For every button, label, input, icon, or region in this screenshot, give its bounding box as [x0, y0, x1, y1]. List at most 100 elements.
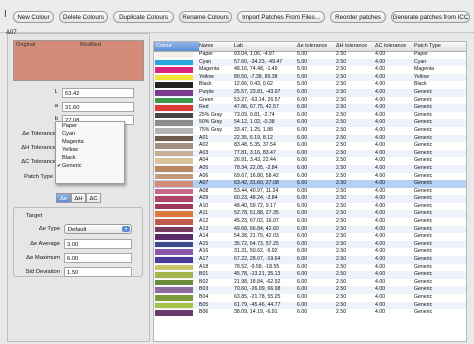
- table-row[interactable]: B06 38.09, 14.19, -6.91 6.00 2.50 4.00 Generi…: [154, 309, 466, 317]
- table-row[interactable]: A13 49.68, 66.84, 42.60 6.00 2.50 4.00 Generi…: [154, 225, 466, 234]
- column-header-dc-tolerance[interactable]: ΔC tolerance: [375, 42, 413, 51]
- table-row[interactable]: Magenta 48.16, 74.48, -1.49 5.00 2.50 4.00 Ma…: [154, 66, 466, 74]
- a-field[interactable]: 31.60: [62, 102, 134, 112]
- table-row[interactable]: B01 45.78, -13.21, 35.13 6.00 2.50 4.00 Gener…: [154, 271, 466, 279]
- l-label: L: [54, 89, 58, 95]
- table-row[interactable]: A17 67.22, 28.07, -19.64 6.00 2.50 4.00 Gener…: [154, 256, 466, 264]
- colour-chip: [155, 188, 193, 195]
- generate-patches-button[interactable]: Generate patches from ICC: [391, 11, 470, 23]
- table-row[interactable]: B03 70.60, -26.09, 66.98 6.00 2.50 4.00 Gener…: [154, 286, 466, 294]
- cell-lab: 47.86, 67.75, 42.57: [234, 104, 279, 111]
- column-header-de-tolerance[interactable]: Δe tolerance: [297, 42, 334, 51]
- table-row[interactable]: Green 53.27, -63.14, 26.57 6.00 2.50 4.00 Gen…: [154, 97, 466, 105]
- cell-type: Generic: [414, 202, 433, 209]
- colour-chip: [155, 211, 193, 218]
- tab-delta-e[interactable]: Δe: [56, 193, 71, 203]
- colour-chip: [155, 112, 193, 119]
- column-header-lab[interactable]: Lab: [234, 42, 296, 51]
- table-row[interactable]: B04 63.85, -21.78, 55.25 6.00 2.50 4.00 Gener…: [154, 294, 466, 302]
- cell-dh: 2.50: [336, 149, 347, 156]
- cell-lab: 67.22, 28.07, -19.64: [234, 256, 281, 263]
- cell-de: 6.00: [297, 195, 308, 202]
- cell-dc: 4.00: [375, 233, 386, 240]
- reorder-patches-button[interactable]: Reorder patches: [330, 11, 386, 23]
- import-patches-button[interactable]: Import Patches From Files...: [237, 11, 325, 23]
- l-field[interactable]: 63.42: [62, 88, 134, 98]
- table-row[interactable]: 50% Gray 54.12, 1.02, -0.38 6.00 2.50 4.00 Ge…: [154, 119, 466, 127]
- table-row[interactable]: A06 69.67, 16.80, 58.42 6.00 2.50 4.00 Generi…: [154, 173, 466, 181]
- cell-name: A06: [199, 172, 209, 179]
- table-row[interactable]: Yellow 89.50, -7.38, 89.38 5.00 2.50 4.00 Yel…: [154, 73, 466, 82]
- tab-delta-h[interactable]: ΔH: [71, 193, 86, 203]
- table-row[interactable]: 25% Gray 73.09, 0.81, -2.74 6.00 2.50 4.00 Ge…: [154, 112, 466, 120]
- table-row[interactable]: A12 45.23, 67.02, 16.07 6.00 2.50 4.00 Generi…: [154, 218, 466, 226]
- cell-de: 6.00: [297, 164, 308, 171]
- table-row[interactable]: Cyan 57.60, -34.23, -49.47 5.00 2.50 4.00 Cya…: [154, 58, 466, 67]
- colour-chip: [155, 59, 193, 66]
- table-row[interactable]: A16 31.31, 50.62, -5.92 6.00 2.50 4.00 Generi…: [154, 248, 466, 256]
- cell-lab: 61.79, -45.46, 44.77: [234, 301, 281, 308]
- table-row[interactable]: A11 52.78, 51.88, 27.35 6.00 2.50 4.00 Generi…: [154, 210, 466, 219]
- table-row[interactable]: A14 54.38, 21.79, 42.03 6.00 2.50 4.00 Generi…: [154, 233, 466, 241]
- cell-lab: 57.60, -34.23, -49.47: [234, 58, 283, 65]
- colour-chip: [155, 120, 193, 126]
- colour-table[interactable]: Colour Name Lab Δe tolerance ΔH toleranc…: [153, 41, 467, 342]
- cell-lab: 89.50, -7.38, 89.38: [234, 73, 278, 80]
- table-row[interactable]: A09 60.23, 48.24, -3.84 6.00 2.50 4.00 Generi…: [154, 195, 466, 203]
- colour-chip: [155, 82, 193, 88]
- column-header-name[interactable]: Name: [199, 42, 233, 51]
- table-row[interactable]: Purple 25.57, 23.81, -43.97 6.00 2.50 4.00 Ge…: [154, 88, 466, 97]
- table-row[interactable]: Red 47.86, 67.75, 42.57 6.00 2.50 4.00 Generi…: [154, 104, 466, 112]
- cell-lab: 78.52, -9.58, -18.55: [234, 263, 280, 270]
- std-deviation-field[interactable]: 1.50: [64, 267, 132, 277]
- menu-item-generic[interactable]: ✔Generic: [56, 162, 124, 170]
- table-row[interactable]: 75% Gray 33.47, 1.25, 1.88 6.00 2.50 4.00 Gen…: [154, 127, 466, 135]
- new-colour-button[interactable]: New Colour: [13, 11, 54, 23]
- column-header-patch-type[interactable]: Patch Type: [414, 42, 464, 51]
- cell-name: A11: [199, 210, 208, 217]
- table-row[interactable]: B05 61.79, -45.46, 44.77 6.00 2.50 4.00 Gener…: [154, 301, 466, 310]
- cell-name: A14: [199, 233, 209, 240]
- table-row[interactable]: A15 35.72, 64.73, 57.25 6.00 2.50 4.00 Generi…: [154, 240, 466, 249]
- de-type-select[interactable]: Default ▾: [64, 224, 132, 234]
- menu-item-black[interactable]: Black: [56, 154, 124, 162]
- de-average-field[interactable]: 3.00: [64, 239, 132, 249]
- table-row[interactable]: A04 26.91, 3.43, 22.44 6.00 2.50 4.00 Generic: [154, 157, 466, 165]
- cell-name: A17: [199, 256, 209, 263]
- cell-type: Generic: [414, 142, 433, 149]
- table-row[interactable]: A10 48.40, 59.72, 9.17 6.00 2.50 4.00 Generic: [154, 203, 466, 211]
- colour-chip: [155, 196, 193, 202]
- column-header-dh-tolerance[interactable]: ΔH tolerance: [336, 42, 373, 51]
- table-row[interactable]: A18 78.52, -9.58, -18.55 6.00 2.50 4.00 Gener…: [154, 264, 466, 272]
- table-row[interactable]: A05 78.34, 22.05, -2.84 6.00 2.50 4.00 Generi…: [154, 164, 466, 173]
- delete-colours-button[interactable]: Delete Colours: [59, 11, 108, 23]
- column-header-colour[interactable]: Colour: [154, 42, 199, 51]
- table-row[interactable]: A01 22.35, 6.19, 8.12 6.00 2.50 4.00 Generic: [154, 134, 466, 143]
- table-row[interactable]: A07 63.42, 31.60, 27.08 6.00 2.50 4.00 Generi…: [154, 180, 466, 188]
- cell-dc: 4.00: [375, 180, 386, 187]
- a-label: a: [54, 103, 58, 109]
- patch-type-dropdown-menu[interactable]: Paper Cyan Magenta Yellow Black ✔Generic: [55, 121, 125, 184]
- table-row[interactable]: B02 21.98, 18.84, -62.92 6.00 2.50 4.00 Gener…: [154, 279, 466, 287]
- menu-item-cyan[interactable]: Cyan: [56, 130, 124, 138]
- cell-dc: 4.00: [375, 88, 386, 95]
- table-row[interactable]: Paper 93.04, 1.06, -4.97 5.00 2.50 4.00 Paper: [154, 51, 466, 59]
- duplicate-colours-button[interactable]: Duplicate Colours: [113, 11, 174, 23]
- menu-item-paper[interactable]: Paper: [56, 122, 124, 130]
- cell-dh: 2.50: [336, 233, 347, 240]
- table-row[interactable]: Black 12.66, 0.43, 0.62 5.00 2.50 4.00 Black: [154, 81, 466, 89]
- cell-type: Generic: [414, 172, 433, 179]
- menu-item-magenta[interactable]: Magenta: [56, 138, 124, 146]
- tab-delta-c[interactable]: ΔC: [86, 193, 101, 203]
- table-row[interactable]: A08 53.44, 40.97, 11.24 6.00 2.50 4.00 Generi…: [154, 188, 466, 196]
- cell-de: 6.00: [297, 271, 308, 278]
- de-maximum-field[interactable]: 6.00: [64, 253, 132, 263]
- cell-dc: 4.00: [375, 225, 386, 232]
- menu-item-yellow[interactable]: Yellow: [56, 146, 124, 154]
- de-tolerance-label: Δe Tolerance: [22, 131, 56, 137]
- table-row[interactable]: A03 77.81, 3.16, 83.47 6.00 2.50 4.00 Generic: [154, 149, 466, 158]
- table-row[interactable]: A02 83.48, 5.35, 37.54 6.00 2.50 4.00 Generic: [154, 142, 466, 150]
- rename-colours-button[interactable]: Rename Colours: [179, 11, 232, 23]
- patch-type-label: Patch Type: [24, 174, 53, 180]
- colour-chip: [155, 295, 193, 301]
